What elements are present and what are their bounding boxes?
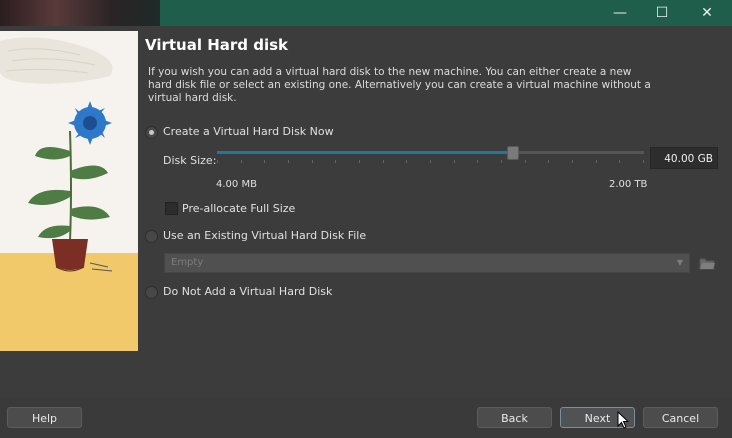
slider-tick xyxy=(525,160,526,163)
slider-tick xyxy=(596,160,597,163)
slider-tick xyxy=(454,160,455,163)
slider-tick xyxy=(619,160,620,163)
help-button[interactable]: Help xyxy=(7,407,82,428)
slider-tick xyxy=(548,160,549,163)
slider-fill xyxy=(217,151,512,154)
slider-tick xyxy=(643,160,644,163)
slider-tick xyxy=(430,160,431,163)
slider-tick xyxy=(501,160,502,163)
page-title: Virtual Hard disk xyxy=(145,36,289,54)
mouse-pointer-icon xyxy=(617,410,630,433)
no-disk-label[interactable]: Do Not Add a Virtual Hard Disk xyxy=(163,285,332,298)
close-button[interactable]: ✕ xyxy=(697,3,717,23)
disk-size-slider[interactable] xyxy=(217,146,644,160)
disk-size-label: Disk Size: xyxy=(163,154,217,167)
existing-disk-value: Empty xyxy=(171,257,204,268)
use-existing-radio[interactable] xyxy=(145,230,158,243)
slider-tick xyxy=(217,160,218,163)
slider-tick xyxy=(312,160,313,163)
existing-disk-select[interactable]: Empty ▼ xyxy=(164,253,690,273)
create-disk-label[interactable]: Create a Virtual Hard Disk Now xyxy=(163,125,334,138)
folder-open-icon[interactable] xyxy=(699,255,715,270)
slider-tick xyxy=(335,160,336,163)
slider-tick xyxy=(288,160,289,163)
slider-tick xyxy=(572,160,573,163)
slider-tick xyxy=(359,160,360,163)
page-description: If you wish you can add a virtual hard d… xyxy=(148,66,651,104)
slider-tick xyxy=(477,160,478,163)
no-disk-radio[interactable] xyxy=(145,286,158,299)
slider-handle[interactable] xyxy=(507,146,519,160)
disk-size-min-label: 4.00 MB xyxy=(216,179,257,190)
webcam-overlay xyxy=(0,0,160,26)
plant-illustration xyxy=(0,31,138,351)
slider-tick xyxy=(241,160,242,163)
slider-tick xyxy=(264,160,265,163)
chevron-down-icon: ▼ xyxy=(676,258,683,267)
preallocate-checkbox[interactable] xyxy=(165,202,178,215)
disk-size-input[interactable]: 40.00 GB xyxy=(650,147,718,169)
slider-tick xyxy=(383,160,384,163)
create-disk-radio[interactable] xyxy=(145,126,158,139)
minimize-button[interactable]: — xyxy=(610,3,630,23)
cancel-button[interactable]: Cancel xyxy=(643,407,718,428)
back-button[interactable]: Back xyxy=(477,407,552,428)
use-existing-label[interactable]: Use an Existing Virtual Hard Disk File xyxy=(163,229,366,242)
preallocate-label[interactable]: Pre-allocate Full Size xyxy=(182,202,295,215)
maximize-button[interactable]: ☐ xyxy=(652,3,672,23)
slider-tick xyxy=(406,160,407,163)
slider-ticks xyxy=(217,160,644,164)
disk-size-max-label: 2.00 TB xyxy=(609,179,648,190)
wizard-illustration xyxy=(0,31,138,351)
